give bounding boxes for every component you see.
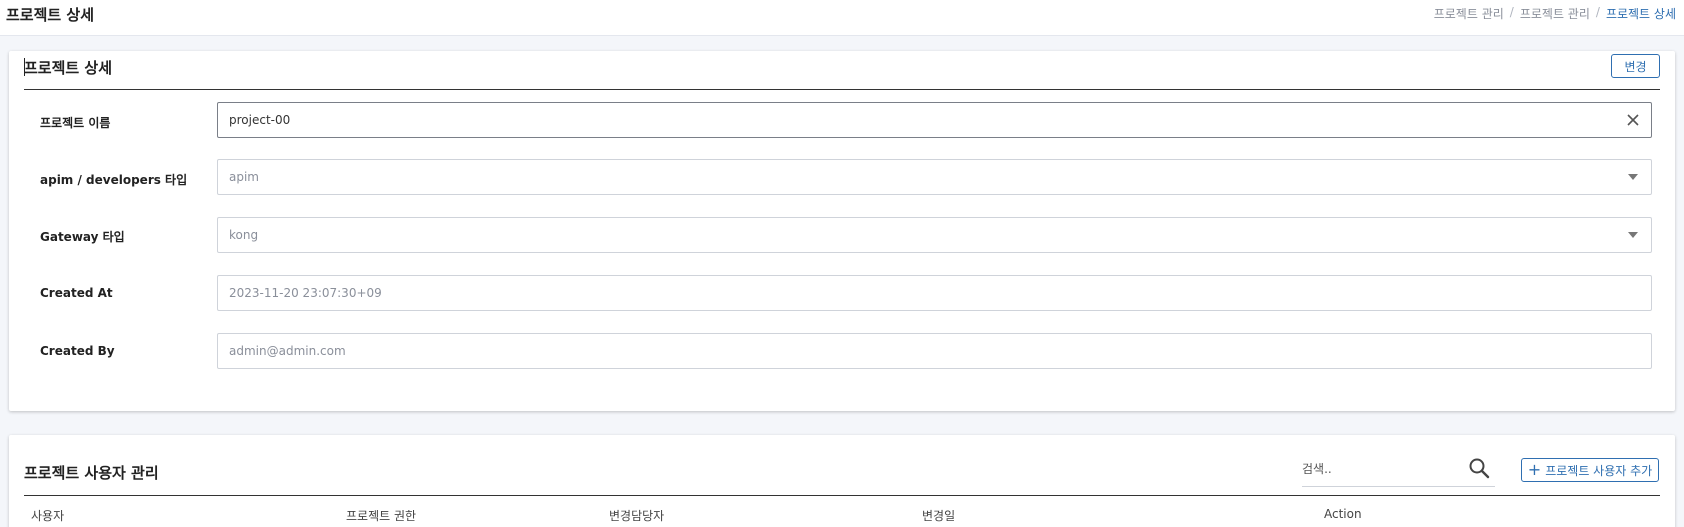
gateway-type-value: kong: [229, 228, 259, 242]
column-header-action: Action: [1324, 507, 1362, 521]
breadcrumb-item-current: 프로젝트 상세: [1605, 7, 1676, 21]
close-icon[interactable]: [1615, 103, 1651, 137]
search-icon[interactable]: [1468, 457, 1492, 481]
type-value: apim: [229, 170, 259, 184]
top-bar: 프로젝트 상세 프로젝트 관리 / 프로젝트 관리 / 프로젝트 상세: [0, 0, 1684, 36]
caret-down-icon: [1615, 218, 1651, 252]
column-header-modifier[interactable]: 변경담당자: [609, 507, 664, 524]
project-name-label: 프로젝트 이름: [40, 116, 111, 130]
table-header: 사용자 프로젝트 권한 변경담당자 변경일 Action: [24, 501, 1660, 527]
breadcrumb-item-project-management[interactable]: 프로젝트 관리: [1434, 5, 1504, 22]
created-by-label: Created By: [40, 344, 115, 358]
created-at-field: 2023-11-20 23:07:30+09: [217, 275, 1652, 311]
type-select[interactable]: apim: [217, 159, 1652, 195]
created-at-value: 2023-11-20 23:07:30+09: [229, 286, 382, 300]
gateway-type-label: Gateway 타입: [40, 230, 125, 244]
project-users-card: 프로젝트 사용자 관리 + 프로젝트 사용자 추가 사용자 프로젝트 권한 변경…: [9, 435, 1675, 527]
column-header-role[interactable]: 프로젝트 권한: [346, 507, 416, 524]
breadcrumb-separator: /: [1595, 5, 1600, 19]
plus-icon: +: [1527, 460, 1542, 479]
change-button[interactable]: 변경: [1611, 54, 1660, 78]
created-by-value: admin@admin.com: [229, 344, 346, 358]
divider: [24, 89, 1660, 90]
add-project-user-button[interactable]: + 프로젝트 사용자 추가: [1521, 458, 1659, 482]
detail-section-title: 프로젝트 상세: [24, 59, 113, 77]
type-label: apim / developers 타입: [40, 173, 188, 187]
breadcrumb-separator: /: [1509, 5, 1514, 19]
users-section-title: 프로젝트 사용자 관리: [24, 464, 159, 482]
search-input[interactable]: [1302, 457, 1462, 481]
gateway-type-select[interactable]: kong: [217, 217, 1652, 253]
column-header-user[interactable]: 사용자: [31, 507, 64, 524]
search-box: [1302, 453, 1495, 487]
add-project-user-label: 프로젝트 사용자 추가: [1545, 463, 1653, 478]
breadcrumb-item-project-management-2[interactable]: 프로젝트 관리: [1520, 5, 1590, 22]
created-at-label: Created At: [40, 286, 113, 300]
project-name-value: project-00: [229, 113, 291, 127]
divider: [24, 495, 1660, 496]
project-name-input[interactable]: project-00: [217, 102, 1652, 138]
page-title: 프로젝트 상세: [6, 6, 95, 24]
breadcrumb: 프로젝트 관리 / 프로젝트 관리 / 프로젝트 상세: [1434, 5, 1676, 22]
column-header-modified-date[interactable]: 변경일: [922, 507, 955, 524]
caret-down-icon: [1615, 160, 1651, 194]
project-detail-card: 프로젝트 상세 변경 프로젝트 이름 project-00 apim / dev…: [9, 51, 1675, 411]
created-by-field: admin@admin.com: [217, 333, 1652, 369]
